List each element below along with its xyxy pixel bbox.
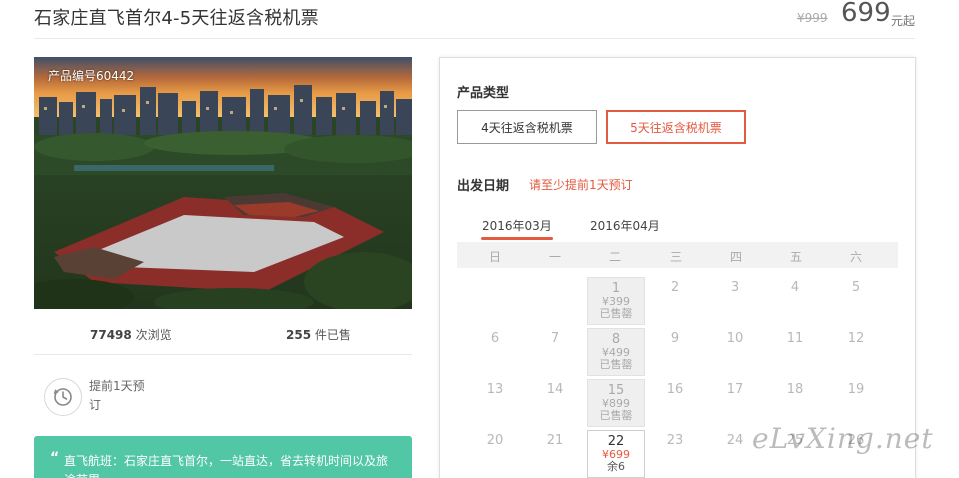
calendar-day: 6 [490, 331, 500, 346]
stats-divider [34, 354, 412, 355]
tab-month-april[interactable]: 2016年04月 [590, 217, 660, 234]
calendar-day: 18 [786, 382, 804, 397]
type-option-5day[interactable]: 5天往返含税机票 [606, 110, 746, 144]
views-count: 77498 [90, 328, 132, 342]
calendar-day: 4 [790, 280, 800, 295]
day-number: 15 [607, 383, 625, 398]
day-status: 已售罄 [599, 409, 633, 422]
departure-date-label: 出发日期 [457, 179, 510, 194]
date-tip: 请至少提前1天预订 [529, 178, 633, 192]
calendar-day: 17 [726, 382, 744, 397]
calendar-day-22[interactable]: 22 ¥699 余6 [587, 430, 645, 478]
calendar-day: 21 [546, 433, 564, 448]
calendar-day: 12 [847, 331, 865, 346]
quote-mark: “ [50, 450, 60, 466]
day-number: 22 [607, 434, 625, 449]
day-remaining: 余6 [607, 460, 625, 473]
day-status: 已售罄 [599, 307, 633, 320]
calendar-day: 7 [550, 331, 560, 346]
calendar-day: 19 [847, 382, 865, 397]
sold-stat: 255 件已售 [286, 326, 351, 343]
calendar-day: 9 [670, 331, 680, 346]
calendar-day-1: 1 ¥399 已售罄 [587, 277, 645, 325]
clock-icon [44, 378, 82, 416]
day-number: 1 [611, 281, 621, 296]
calendar-day-15: 15 ¥899 已售罄 [587, 379, 645, 427]
weekday-fri: 五 [789, 250, 802, 264]
calendar-day: 23 [666, 433, 684, 448]
product-number: 产品编号60442 [48, 69, 135, 83]
current-price: 699 [841, 0, 891, 28]
calendar-day: 14 [546, 382, 564, 397]
calendar-day: 20 [486, 433, 504, 448]
calendar-day: 24 [726, 433, 744, 448]
watermark: eLvXing.net [752, 422, 934, 455]
calendar-day: 2 [670, 280, 680, 295]
page-title: 石家庄直飞首尔4-5天往返含税机票 [34, 8, 319, 29]
calendar-day: 10 [726, 331, 744, 346]
product-photo [34, 57, 412, 309]
original-price: ¥999 [797, 11, 828, 25]
tab-month-march[interactable]: 2016年03月 [482, 217, 552, 234]
calendar-day: 3 [730, 280, 740, 295]
page: 石家庄直飞首尔4-5天往返含税机票 ¥999 699 元起 产品编号60442 … [0, 0, 959, 478]
weekday-tue: 二 [608, 250, 621, 264]
palace-cityscape-image [34, 57, 412, 309]
weekday-sat: 六 [849, 250, 862, 264]
calendar-day: 13 [486, 382, 504, 397]
calendar-day: 16 [666, 382, 684, 397]
day-number: 8 [611, 332, 621, 347]
calendar-day-8: 8 ¥499 已售罄 [587, 328, 645, 376]
type-option-4day[interactable]: 4天往返含税机票 [457, 110, 597, 144]
header-divider [34, 38, 915, 39]
price-unit: 元起 [891, 14, 916, 28]
views-stat: 77498 次浏览 [90, 326, 172, 343]
weekday-mon: 一 [548, 250, 561, 264]
views-label: 次浏览 [131, 328, 172, 342]
day-status: 已售罄 [599, 358, 633, 371]
highlight-text: 直飞航班：石家庄直飞首尔，一站直达，省去转机时间以及旅途劳累 [64, 454, 389, 478]
product-type-label: 产品类型 [457, 86, 510, 101]
calendar-day: 5 [851, 280, 861, 295]
weekday-wed: 三 [669, 250, 682, 264]
calendar-day: 11 [786, 331, 804, 346]
month-tab-indicator [481, 237, 553, 240]
weekday-thu: 四 [729, 250, 742, 264]
sold-count: 255 [286, 328, 312, 342]
sold-label: 件已售 [311, 328, 351, 342]
weekday-sun: 日 [488, 250, 501, 264]
advance-booking-note: 提前1天预订 [89, 379, 145, 412]
